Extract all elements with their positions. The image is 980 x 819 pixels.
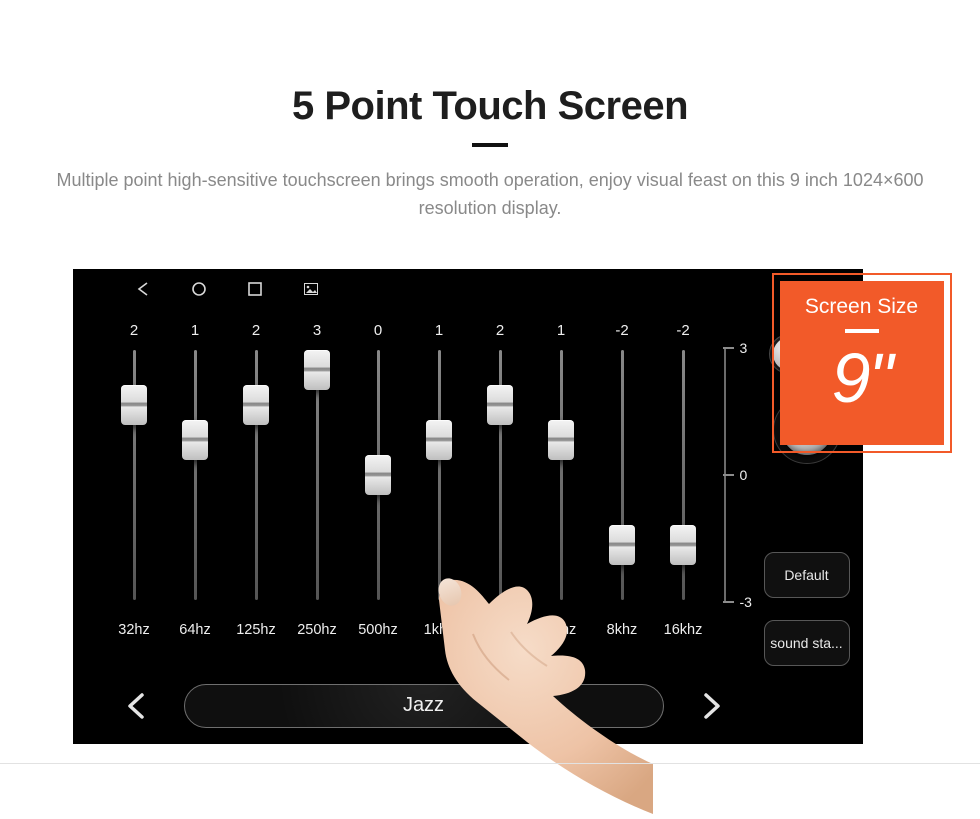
eq-band-8khz: -2 8khz: [592, 322, 653, 638]
default-preset-button[interactable]: Default: [764, 552, 850, 598]
eq-band-freq: 250hz: [297, 622, 337, 638]
eq-band-16khz: -2 16khz: [653, 322, 714, 638]
axis-tick-label: 0: [740, 467, 748, 483]
eq-slider[interactable]: [560, 350, 563, 600]
eq-band-freq: 32hz: [118, 622, 149, 638]
eq-scale-axis: 30-3: [724, 348, 764, 602]
eq-slider-knob[interactable]: [304, 350, 330, 390]
eq-band-value: 2: [496, 322, 504, 348]
eq-band-value: 0: [374, 322, 382, 348]
eq-slider-knob[interactable]: [670, 525, 696, 565]
eq-band-value: 3: [313, 322, 321, 348]
axis-tick: [723, 474, 734, 476]
size-badge-label: Screen Size: [805, 295, 918, 319]
eq-slider[interactable]: [621, 350, 624, 600]
eq-slider[interactable]: [255, 350, 258, 600]
gallery-icon[interactable]: [302, 280, 320, 298]
recent-icon[interactable]: [246, 280, 264, 298]
size-badge-value: 9": [832, 343, 892, 413]
eq-slider[interactable]: [377, 350, 380, 600]
android-navbar: [74, 270, 862, 308]
eq-slider-knob[interactable]: [548, 420, 574, 460]
eq-band-freq: 16khz: [664, 622, 703, 638]
eq-slider-knob[interactable]: [365, 455, 391, 495]
eq-slider-knob[interactable]: [182, 420, 208, 460]
eq-slider-knob[interactable]: [426, 420, 452, 460]
eq-band-250hz: 3 250hz: [287, 322, 348, 638]
size-badge-divider: [845, 329, 879, 333]
axis-tick: [723, 347, 734, 349]
screen-size-badge: Screen Size 9": [772, 273, 952, 453]
eq-band-value: 2: [252, 322, 260, 348]
eq-band-value: -2: [615, 322, 628, 348]
eq-band-value: 1: [557, 322, 565, 348]
eq-band-value: 1: [435, 322, 443, 348]
preset-next-button[interactable]: [688, 683, 734, 729]
eq-band-freq: 1khz: [424, 622, 455, 638]
eq-slider[interactable]: [133, 350, 136, 600]
page-title: 5 Point Touch Screen: [0, 84, 980, 129]
eq-band-freq: 2khz: [485, 622, 516, 638]
sound-stage-button[interactable]: sound sta...: [764, 620, 850, 666]
eq-band-freq: 64hz: [179, 622, 210, 638]
eq-band-125hz: 2 125hz: [226, 322, 287, 638]
eq-band-2khz: 2 2khz: [470, 322, 531, 638]
preset-row: Jazz: [104, 680, 744, 732]
eq-band-freq: 4khz: [546, 622, 577, 638]
axis-tick-label: 3: [740, 340, 748, 356]
device-stage: 2 32hz 1 64hz 2 125hz 3 250hz 0 500hz 1 1khz 2 2khz 1 4…: [73, 269, 908, 769]
equalizer-panel: 2 32hz 1 64hz 2 125hz 3 250hz 0 500hz 1 1khz 2 2khz 1 4…: [104, 322, 784, 732]
eq-band-value: 1: [191, 322, 199, 348]
eq-slider-knob[interactable]: [487, 385, 513, 425]
eq-slider[interactable]: [316, 350, 319, 600]
eq-band-value: -2: [676, 322, 689, 348]
eq-band-freq: 500hz: [358, 622, 398, 638]
eq-band-64hz: 1 64hz: [165, 322, 226, 638]
eq-slider[interactable]: [438, 350, 441, 600]
eq-slider[interactable]: [194, 350, 197, 600]
eq-band-value: 2: [130, 322, 138, 348]
eq-slider-knob[interactable]: [609, 525, 635, 565]
eq-slider[interactable]: [499, 350, 502, 600]
eq-band-500hz: 0 500hz: [348, 322, 409, 638]
eq-slider-knob[interactable]: [243, 385, 269, 425]
page-subtitle: Multiple point high-sensitive touchscree…: [0, 147, 980, 223]
section-divider: [0, 763, 980, 764]
eq-slider[interactable]: [682, 350, 685, 600]
eq-band-1khz: 1 1khz: [409, 322, 470, 638]
eq-band-freq: 8khz: [607, 622, 638, 638]
eq-band-4khz: 1 4khz: [531, 322, 592, 638]
axis-tick-label: -3: [740, 594, 752, 610]
back-icon[interactable]: [134, 280, 152, 298]
eq-slider-knob[interactable]: [121, 385, 147, 425]
device-screen: 2 32hz 1 64hz 2 125hz 3 250hz 0 500hz 1 1khz 2 2khz 1 4…: [73, 269, 863, 744]
preset-prev-button[interactable]: [114, 683, 160, 729]
eq-band-freq: 125hz: [236, 622, 276, 638]
preset-name[interactable]: Jazz: [184, 684, 664, 728]
eq-band-32hz: 2 32hz: [104, 322, 165, 638]
home-icon[interactable]: [190, 280, 208, 298]
axis-tick: [723, 601, 734, 603]
